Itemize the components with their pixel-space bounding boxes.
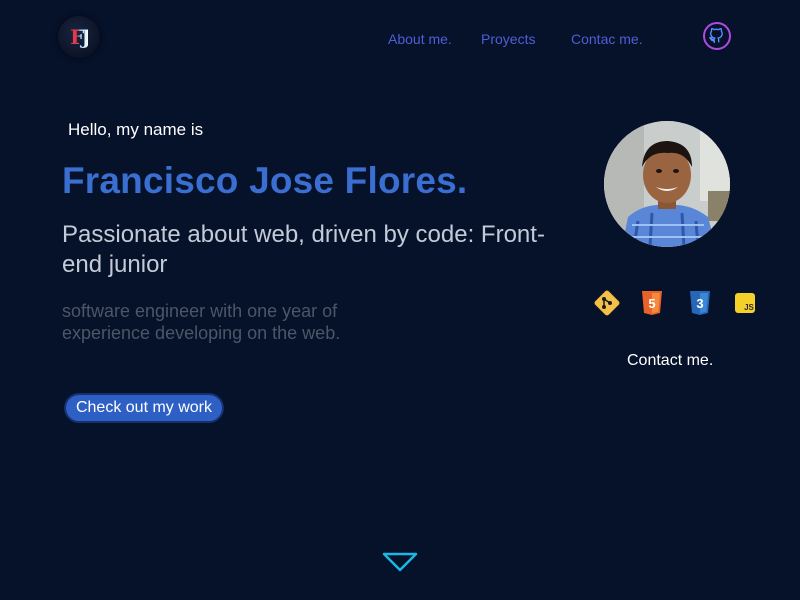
avatar <box>604 121 730 247</box>
profile-photo <box>604 121 730 247</box>
javascript-icon-glyph: JS <box>744 303 754 312</box>
nav-link-projects[interactable]: Proyects <box>481 31 535 47</box>
github-icon <box>709 27 723 43</box>
git-icon <box>593 289 621 317</box>
html5-icon-glyph: 5 <box>648 296 655 311</box>
check-out-work-button[interactable]: Check out my work <box>64 393 224 423</box>
landing-page: FJ About me. Proyects Contac me. Hello, … <box>0 0 800 600</box>
css3-icon-glyph: 3 <box>696 296 703 311</box>
javascript-icon: JS <box>735 293 755 313</box>
hero-summary: software engineer with one year of exper… <box>62 301 341 343</box>
nav-link-contact[interactable]: Contac me. <box>571 31 643 47</box>
main-nav: About me. Proyects Contac me. <box>0 31 800 53</box>
greeting-text: Hello, my name is <box>68 120 204 139</box>
nav-link-about[interactable]: About me. <box>388 31 452 47</box>
hero-name: Francisco Jose Flores. <box>62 160 468 201</box>
css3-icon: 3 <box>690 291 710 315</box>
html5-icon: 5 <box>642 291 662 315</box>
hero-tagline: Passionate about web, driven by code: Fr… <box>62 221 545 278</box>
github-button[interactable] <box>703 22 731 50</box>
scroll-down-icon[interactable] <box>381 551 419 573</box>
contact-me-link[interactable]: Contact me. <box>627 352 713 370</box>
